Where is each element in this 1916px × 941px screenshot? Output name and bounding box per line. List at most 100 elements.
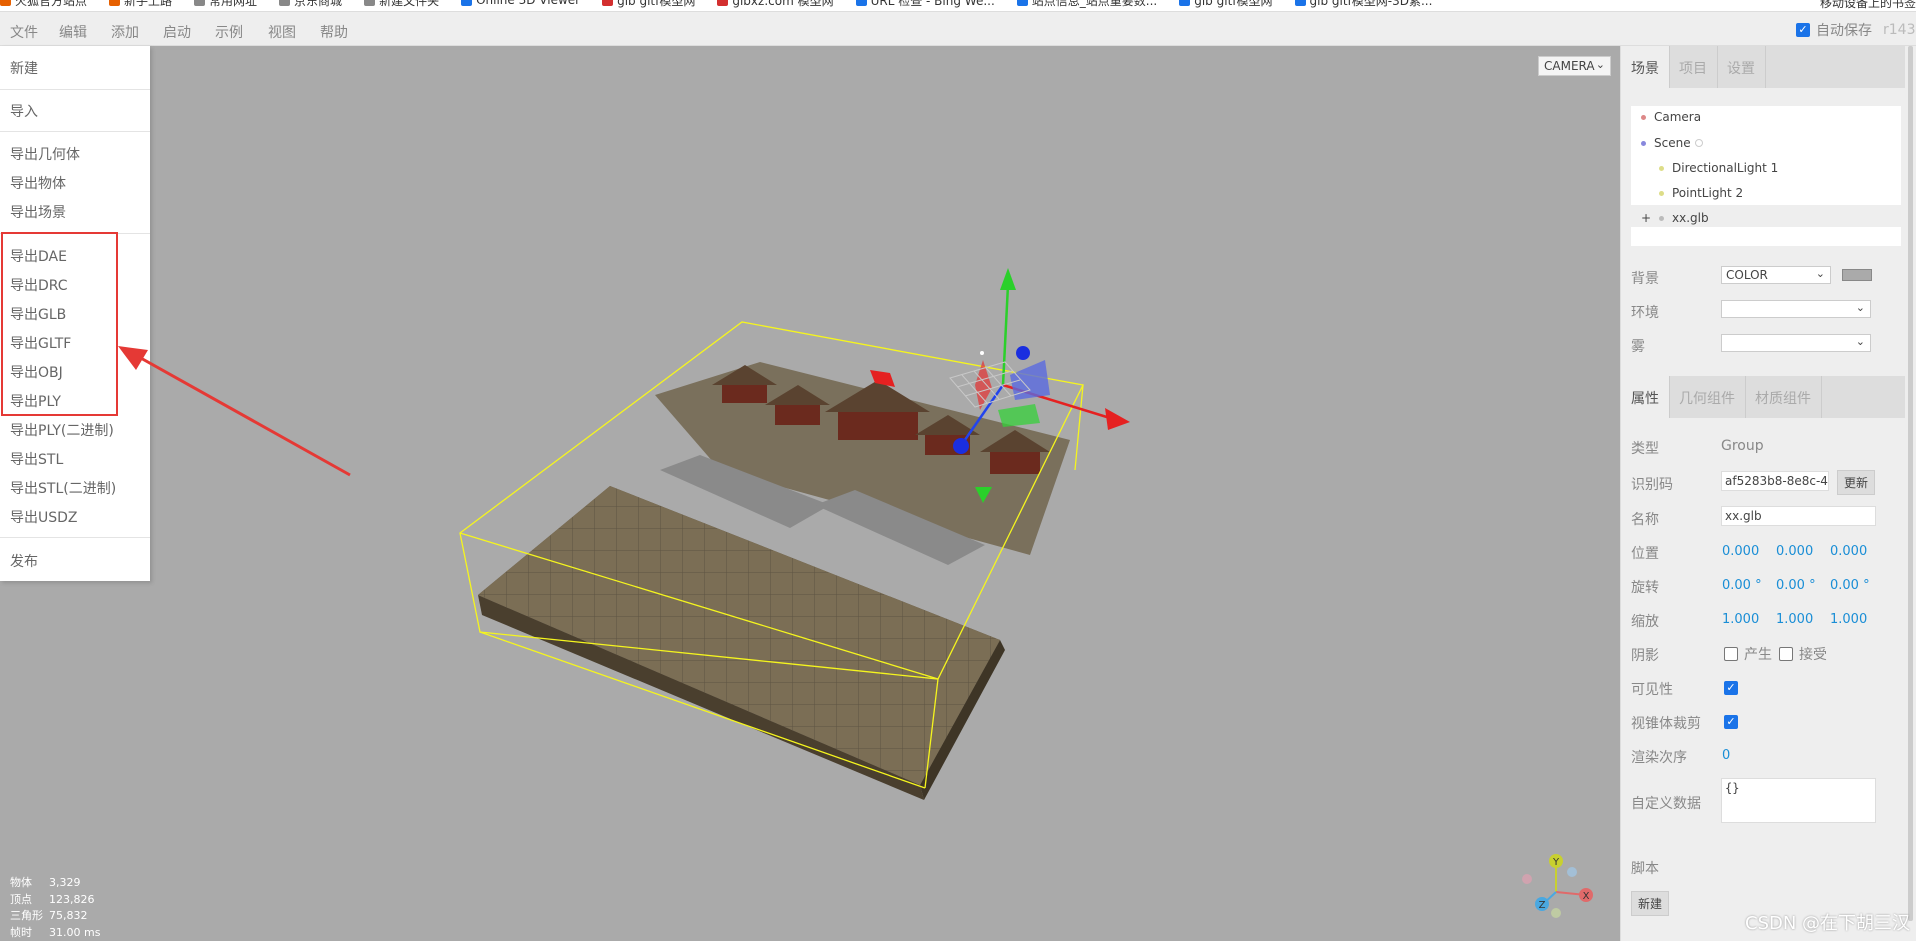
outliner-item-label: Camera bbox=[1654, 110, 1702, 124]
script-label: 脚本 bbox=[1631, 861, 1659, 877]
expand-plus-icon[interactable]: + bbox=[1641, 211, 1659, 225]
bookmark-icon bbox=[364, 0, 376, 6]
render-order-field[interactable]: 0 bbox=[1722, 748, 1730, 763]
scene-outliner[interactable]: Camera Scene DirectionalLight 1 PointLig… bbox=[1631, 106, 1901, 246]
menu-item-export-usdz[interactable]: 导出USDZ bbox=[10, 507, 78, 527]
script-new-button[interactable]: 新建 bbox=[1631, 891, 1670, 916]
viewport[interactable]: Y X Z bbox=[150, 46, 1620, 941]
position-z-field[interactable]: 0.000 bbox=[1830, 544, 1867, 559]
menu-item-publish[interactable]: 发布 bbox=[10, 551, 38, 571]
bookmark-item[interactable]: glbxz.com 模型网 bbox=[717, 0, 834, 8]
bookmark-label: glb gltf模型网 bbox=[617, 0, 696, 8]
scale-y-field[interactable]: 1.000 bbox=[1776, 612, 1813, 627]
chevron-down-icon: ⌄ bbox=[1855, 335, 1865, 348]
receive-shadow-checkbox[interactable] bbox=[1779, 647, 1793, 661]
menu-add[interactable]: 添加 bbox=[111, 22, 139, 42]
properties-tabs: 属性 几何组件 材质组件 bbox=[1621, 376, 1906, 418]
outliner-item-directionallight[interactable]: DirectionalLight 1 bbox=[1659, 161, 1778, 175]
menu-item-export-stl-binary[interactable]: 导出STL(二进制) bbox=[10, 478, 116, 498]
scrollbar-thumb[interactable] bbox=[1908, 46, 1913, 921]
mobile-bookmarks[interactable]: 移动设备上的书签 bbox=[1820, 0, 1916, 11]
cast-shadow-checkbox[interactable] bbox=[1724, 647, 1738, 661]
bookmark-icon bbox=[717, 0, 729, 6]
info-triangles-label: 三角形 bbox=[10, 909, 43, 922]
bookmark-item[interactable]: 站点信息_站点重要数... bbox=[1016, 0, 1157, 8]
object-bullet-icon bbox=[1659, 215, 1664, 221]
scene-bullet-icon bbox=[1641, 140, 1646, 146]
bookmark-label: Online 3D Viewer bbox=[476, 0, 581, 7]
type-label: 类型 bbox=[1631, 441, 1659, 457]
autosave-checkbox[interactable]: ✓ bbox=[1796, 23, 1810, 37]
bookmark-item[interactable]: 新建文件夹 bbox=[364, 0, 440, 8]
circle-icon bbox=[1694, 139, 1703, 147]
environment-select[interactable]: ⌄ bbox=[1721, 300, 1871, 318]
camera-select[interactable]: CAMERA ⌄ bbox=[1538, 56, 1611, 76]
bookmark-label: 火狐官方站点 bbox=[15, 0, 88, 8]
annotation-highlight-box bbox=[1, 232, 118, 416]
rotation-z-field[interactable]: 0.00 ° bbox=[1830, 578, 1870, 593]
menu-edit[interactable]: 编辑 bbox=[59, 22, 87, 42]
rotation-y-field[interactable]: 0.00 ° bbox=[1776, 578, 1816, 593]
info-triangles-value: 75,832 bbox=[49, 909, 88, 922]
tab-project[interactable]: 项目 bbox=[1669, 46, 1718, 88]
bookmark-item[interactable]: 常用网址 bbox=[194, 0, 257, 8]
view-helper-axes[interactable]: Y X Z bbox=[1522, 854, 1593, 918]
outliner-item-camera[interactable]: Camera bbox=[1641, 110, 1701, 124]
bookmark-item[interactable]: Online 3D Viewer bbox=[461, 0, 581, 7]
menu-play[interactable]: 启动 bbox=[163, 22, 191, 42]
menu-examples[interactable]: 示例 bbox=[215, 22, 243, 42]
visible-checkbox[interactable]: ✓ bbox=[1724, 681, 1738, 695]
bookmark-item[interactable]: glb gltf模型网-3D素... bbox=[1294, 0, 1432, 8]
position-y-field[interactable]: 0.000 bbox=[1776, 544, 1813, 559]
tab-settings[interactable]: 设置 bbox=[1717, 46, 1766, 88]
shadow-label: 阴影 bbox=[1631, 648, 1659, 664]
userdata-textarea[interactable]: {} bbox=[1721, 778, 1876, 823]
uuid-renew-button[interactable]: 更新 bbox=[1837, 470, 1876, 495]
tab-geometry[interactable]: 几何组件 bbox=[1669, 376, 1746, 418]
tab-material[interactable]: 材质组件 bbox=[1745, 376, 1822, 418]
bookmark-label: 新建文件夹 bbox=[379, 0, 440, 8]
menu-item-export-ply-binary[interactable]: 导出PLY(二进制) bbox=[10, 420, 114, 440]
menu-item-new[interactable]: 新建 bbox=[10, 58, 38, 78]
menu-view[interactable]: 视图 bbox=[268, 22, 296, 42]
menu-item-export-geometry[interactable]: 导出几何体 bbox=[10, 144, 80, 164]
background-color-swatch[interactable] bbox=[1842, 269, 1872, 281]
menu-item-export-scene[interactable]: 导出场景 bbox=[10, 202, 66, 222]
position-x-field[interactable]: 0.000 bbox=[1722, 544, 1759, 559]
tab-scene[interactable]: 场景 bbox=[1621, 46, 1670, 88]
outliner-item-scene[interactable]: Scene bbox=[1641, 136, 1703, 150]
autosave-toggle[interactable]: ✓ 自动保存 bbox=[1796, 20, 1872, 40]
outliner-item-xx-glb[interactable]: + xx.glb bbox=[1641, 211, 1709, 225]
bookmark-item[interactable]: URL 检查 - Bing We... bbox=[855, 0, 995, 8]
sidebar-tabs: 场景 项目 设置 bbox=[1621, 46, 1906, 88]
menu-item-import[interactable]: 导入 bbox=[10, 101, 38, 121]
menu-file[interactable]: 文件 bbox=[10, 22, 38, 42]
menu-item-export-stl[interactable]: 导出STL bbox=[10, 449, 63, 469]
scale-x-field[interactable]: 1.000 bbox=[1722, 612, 1759, 627]
bookmark-item[interactable]: 火狐官方站点 bbox=[0, 0, 88, 8]
scale-z-field[interactable]: 1.000 bbox=[1830, 612, 1867, 627]
uuid-field[interactable]: af5283b8-8e8c-4f3 bbox=[1721, 471, 1829, 491]
menu-item-export-object[interactable]: 导出物体 bbox=[10, 173, 66, 193]
tab-properties[interactable]: 属性 bbox=[1621, 376, 1670, 418]
fog-select[interactable]: ⌄ bbox=[1721, 334, 1871, 352]
bookmark-item[interactable]: 京东商城 bbox=[279, 0, 342, 8]
sidebar-scrollbar[interactable] bbox=[1905, 46, 1916, 941]
menu-divider bbox=[0, 89, 150, 90]
scene-render[interactable]: Y X Z bbox=[150, 46, 1620, 941]
fog-label: 雾 bbox=[1631, 339, 1645, 355]
bookmark-item[interactable]: glb gltf模型网 bbox=[1179, 0, 1273, 8]
bookmark-item[interactable]: glb gltf模型网 bbox=[602, 0, 696, 8]
frustum-culled-checkbox[interactable]: ✓ bbox=[1724, 715, 1738, 729]
name-field[interactable]: xx.glb bbox=[1721, 506, 1876, 526]
revision-label: r143 bbox=[1883, 22, 1916, 38]
bookmark-item[interactable]: 新手上路 bbox=[109, 0, 173, 8]
rotation-label: 旋转 bbox=[1631, 580, 1659, 596]
background-select[interactable]: COLOR ⌄ bbox=[1721, 266, 1831, 284]
bookmark-icon bbox=[855, 0, 867, 6]
menu-help[interactable]: 帮助 bbox=[320, 22, 348, 42]
outliner-item-pointlight[interactable]: PointLight 2 bbox=[1659, 186, 1743, 200]
info-objects-value: 3,329 bbox=[49, 876, 81, 889]
bookmark-label: 新手上路 bbox=[124, 0, 173, 8]
rotation-x-field[interactable]: 0.00 ° bbox=[1722, 578, 1762, 593]
